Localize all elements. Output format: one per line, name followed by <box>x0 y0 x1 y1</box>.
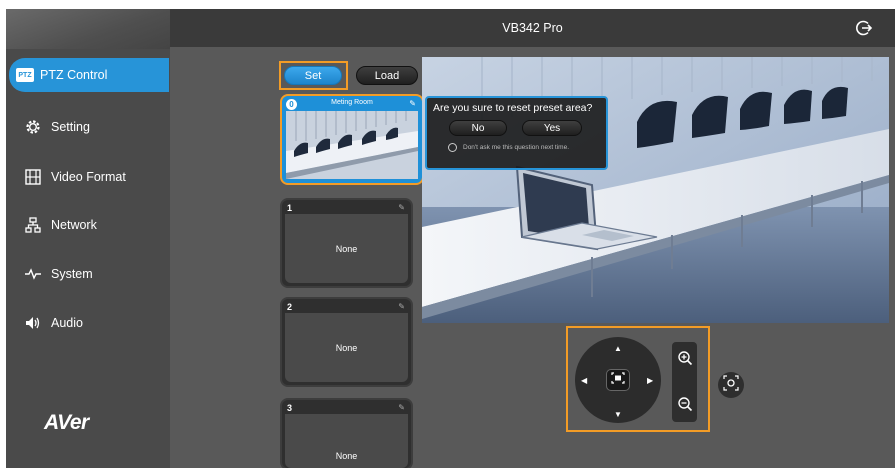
sidebar-item-setting[interactable]: Setting <box>6 110 170 144</box>
edit-icon[interactable]: ✎ <box>398 302 405 311</box>
preset-number: 2 <box>287 302 293 312</box>
film-icon <box>24 168 42 186</box>
focus-icon <box>723 374 739 396</box>
dont-ask-label: Don't ask me this question next time. <box>463 144 570 151</box>
preset-number: 1 <box>287 203 293 213</box>
preset-name: Meting Room <box>331 99 373 106</box>
page-title: VB342 Pro <box>502 21 563 35</box>
load-button[interactable]: Load <box>356 66 418 85</box>
sidebar-header <box>6 9 170 49</box>
network-icon <box>24 216 42 234</box>
sidebar-item-label: System <box>51 267 93 281</box>
zoom-in-button[interactable] <box>672 348 697 372</box>
home-icon <box>611 371 625 389</box>
arrow-left-icon[interactable]: ◀ <box>581 376 587 385</box>
sidebar-item-system[interactable]: System <box>6 257 170 291</box>
set-button[interactable]: Set <box>284 66 342 85</box>
sidebar-item-network[interactable]: Network <box>6 208 170 242</box>
edit-icon[interactable]: ✎ <box>409 99 416 108</box>
no-button[interactable]: No <box>449 120 507 136</box>
aver-logo: AVer <box>44 411 89 434</box>
zoom-in-icon <box>677 350 693 371</box>
top-bar: VB342 Pro <box>170 9 895 47</box>
dialog-question: Are you sure to reset preset area? <box>433 102 593 114</box>
pulse-icon <box>24 265 42 283</box>
sidebar-item-audio[interactable]: Audio <box>6 306 170 340</box>
zoom-out-icon <box>677 396 693 417</box>
confirm-dialog: Are you sure to reset preset area? No Ye… <box>425 96 608 170</box>
sidebar-item-ptz-control[interactable]: PTZ PTZ Control <box>9 58 169 92</box>
gear-icon <box>24 118 42 136</box>
sidebar-item-label: Network <box>51 218 97 232</box>
preset-card-1[interactable]: 1 ✎ None <box>280 198 413 288</box>
preset-thumbnail <box>286 111 418 179</box>
edit-icon[interactable]: ✎ <box>398 203 405 212</box>
ptz-icon: PTZ <box>16 66 34 84</box>
zoom-out-button[interactable] <box>672 394 697 418</box>
preset-card-2[interactable]: 2 ✎ None <box>280 297 413 387</box>
speaker-icon <box>24 314 42 332</box>
sidebar-item-label: Video Format <box>51 170 126 184</box>
sidebar-item-label: Audio <box>51 316 83 330</box>
sidebar-item-label: Setting <box>51 120 90 134</box>
edit-icon[interactable]: ✎ <box>398 403 405 412</box>
yes-button[interactable]: Yes <box>522 120 582 136</box>
preset-card-0[interactable]: 0 Meting Room ✎ <box>280 94 424 185</box>
arrow-down-icon[interactable]: ▼ <box>614 410 622 419</box>
auto-focus-button[interactable] <box>718 372 744 398</box>
preset-label: None <box>285 414 408 468</box>
dont-ask-checkbox[interactable] <box>448 143 457 152</box>
preset-label: None <box>285 214 408 283</box>
preset-label: None <box>285 313 408 382</box>
logout-icon[interactable] <box>855 19 873 37</box>
preset-number: 3 <box>287 403 293 413</box>
home-position-button[interactable] <box>606 369 630 391</box>
sidebar-item-label: PTZ Control <box>40 68 108 82</box>
arrow-right-icon[interactable]: ▶ <box>647 376 653 385</box>
sidebar: PTZ PTZ Control Setting Video Format Net… <box>6 9 170 468</box>
arrow-up-icon[interactable]: ▲ <box>614 344 622 353</box>
sidebar-item-video-format[interactable]: Video Format <box>6 160 170 194</box>
preset-card-3[interactable]: 3 ✎ None <box>280 398 413 468</box>
